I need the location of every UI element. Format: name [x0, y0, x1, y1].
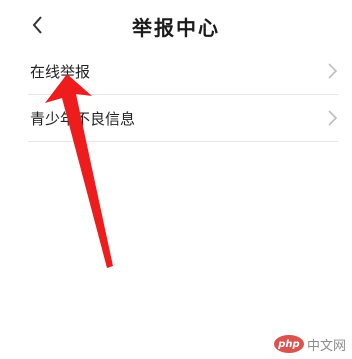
menu-item-label: 在线举报	[30, 63, 91, 81]
menu-item-label: 青少年不良信息	[30, 110, 136, 128]
top-bar: 举报中心	[0, 0, 352, 50]
menu-item-online-report[interactable]: 在线举报	[28, 48, 338, 95]
chevron-right-icon	[328, 63, 338, 79]
watermark-text: 中文网	[306, 338, 346, 354]
chevron-right-icon	[328, 110, 338, 126]
page-title: 举报中心	[132, 16, 220, 40]
menu-item-youth-harmful-info[interactable]: 青少年不良信息	[28, 95, 338, 142]
php-logo: php	[273, 335, 304, 353]
watermark: php 中文网	[273, 333, 346, 355]
report-menu: 在线举报 青少年不良信息	[28, 48, 338, 142]
